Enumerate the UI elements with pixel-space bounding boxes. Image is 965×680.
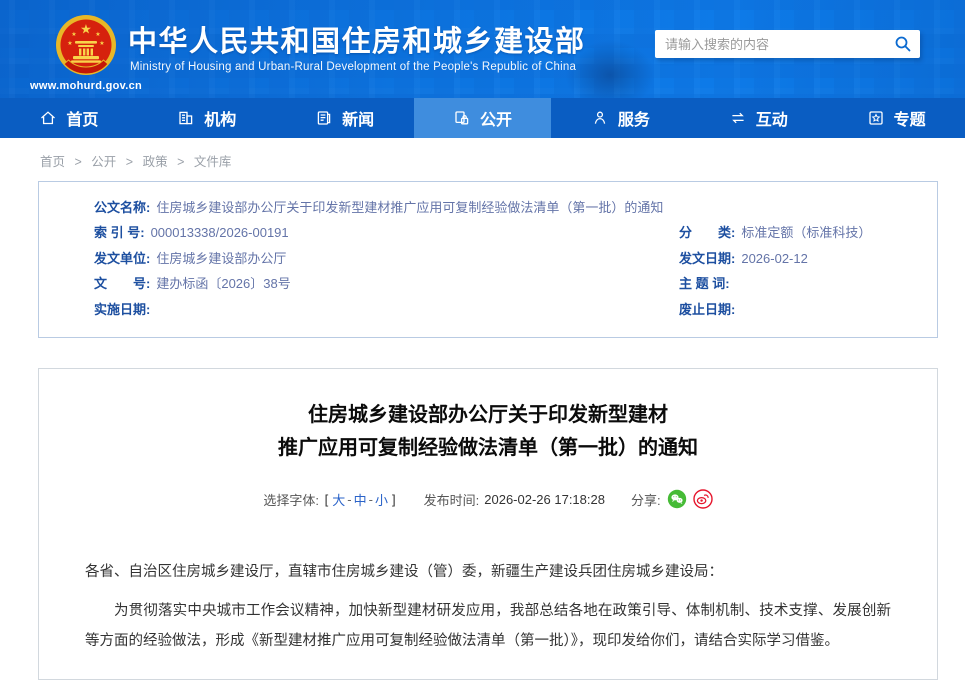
article-title: 住房城乡建设部办公厅关于印发新型建材 推广应用可复制经验做法清单（第一批）的通知: [39, 399, 937, 465]
breadcrumb: 首页 > 公开 > 政策 > 文件库: [0, 138, 965, 181]
doc-category-label: 分 类:: [679, 220, 735, 245]
nav-item-interaction[interactable]: 互动: [689, 98, 827, 138]
nav-item-home[interactable]: 首页: [0, 98, 138, 138]
page: ★ ★ ★ ★ ★ www.mohurd.gov.cn 中华人民共和国住房和城乡…: [0, 0, 965, 680]
topics-icon: [867, 109, 885, 127]
breadcrumb-disclosure[interactable]: 公开: [91, 155, 116, 169]
font-size-medium-link[interactable]: 中: [354, 490, 367, 509]
publish-time-label: 发布时间:: [424, 490, 480, 509]
bracket-close: ]: [392, 492, 396, 507]
svg-text:★: ★: [95, 31, 100, 38]
svg-text:★: ★: [99, 40, 104, 47]
nav-item-disclosure[interactable]: 公开: [414, 98, 552, 138]
svg-text:★: ★: [71, 31, 76, 38]
search-button[interactable]: [886, 30, 920, 58]
wechat-share-icon[interactable]: [667, 489, 687, 509]
nav-label: 专题: [894, 106, 926, 130]
site-header: ★ ★ ★ ★ ★ www.mohurd.gov.cn 中华人民共和国住房和城乡…: [0, 0, 965, 98]
doc-name-label: 公文名称:: [94, 195, 150, 220]
article-title-line1: 住房城乡建设部办公厅关于印发新型建材: [39, 399, 937, 432]
svg-text:★: ★: [80, 22, 92, 37]
service-icon: [591, 109, 609, 127]
nav-label: 新闻: [342, 106, 374, 130]
disclosure-icon: [453, 109, 471, 127]
search-input[interactable]: [655, 30, 886, 58]
article-panel: 住房城乡建设部办公厅关于印发新型建材 推广应用可复制经验做法清单（第一批）的通知…: [38, 368, 938, 680]
site-subtitle: Ministry of Housing and Urban-Rural Deve…: [130, 61, 576, 73]
doc-issuing-unit-value: 住房城乡建设部办公厅: [156, 246, 286, 271]
article-title-line2: 推广应用可复制经验做法清单（第一批）的通知: [39, 432, 937, 465]
article-paragraph-salutation: 各省、自治区住房城乡建设厅，直辖市住房城乡建设（管）委，新疆生产建设兵团住房城乡…: [85, 557, 891, 587]
doc-subject-words-label: 主 题 词:: [679, 271, 730, 296]
font-size-separator: -: [347, 492, 351, 507]
nav-label: 公开: [480, 106, 512, 130]
search-icon: [894, 35, 912, 53]
news-icon: [315, 109, 333, 127]
publish-time-value: 2026-02-26 17:18:28: [484, 492, 605, 507]
font-size-separator: -: [369, 492, 373, 507]
nav-item-organization[interactable]: 机构: [138, 98, 276, 138]
doc-effective-date-label: 实施日期:: [94, 297, 150, 322]
nav-label: 机构: [204, 106, 236, 130]
breadcrumb-separator: >: [177, 155, 184, 169]
doc-number-value: 建办标函〔2026〕38号: [156, 271, 290, 296]
nav-label: 服务: [618, 106, 650, 130]
interaction-icon: [729, 109, 747, 127]
breadcrumb-policy[interactable]: 政策: [143, 155, 168, 169]
breadcrumb-home[interactable]: 首页: [40, 155, 65, 169]
font-size-small-link[interactable]: 小: [375, 490, 388, 509]
doc-index-label: 索 引 号:: [94, 220, 145, 245]
bracket-open: [: [325, 492, 329, 507]
article-meta-bar: 选择字体: [ 大 - 中 - 小 ] 发布时间: 2026-02-26 17:…: [39, 489, 937, 509]
doc-issue-date-label: 发文日期:: [679, 246, 735, 271]
main-navigation: 首页 机构 新闻 公开 服务: [0, 98, 965, 138]
breadcrumb-separator: >: [75, 155, 82, 169]
doc-repeal-date-label: 废止日期:: [679, 297, 735, 322]
svg-text:★: ★: [67, 40, 72, 47]
nav-item-news[interactable]: 新闻: [276, 98, 414, 138]
nav-label: 首页: [66, 106, 98, 130]
nav-item-topics[interactable]: 专题: [827, 98, 965, 138]
document-info-panel: 公文名称: 住房城乡建设部办公厅关于印发新型建材推广应用可复制经验做法清单（第一…: [38, 181, 938, 338]
doc-number-label: 文 号:: [94, 271, 150, 296]
national-emblem-icon: ★ ★ ★ ★ ★: [52, 12, 120, 80]
breadcrumb-separator: >: [126, 155, 133, 169]
font-size-label: 选择字体:: [263, 490, 319, 509]
site-url: www.mohurd.gov.cn: [30, 80, 142, 92]
doc-issuing-unit-label: 发文单位:: [94, 246, 150, 271]
article-body: 各省、自治区住房城乡建设厅，直辖市住房城乡建设（管）委，新疆生产建设兵团住房城乡…: [39, 557, 937, 656]
search-box: [655, 30, 920, 58]
doc-index-value: 000013338/2026-00191: [151, 220, 289, 245]
doc-name-value: 住房城乡建设部办公厅关于印发新型建材推广应用可复制经验做法清单（第一批）的通知: [156, 195, 663, 220]
weibo-share-icon[interactable]: [693, 489, 713, 509]
organization-icon: [177, 109, 195, 127]
doc-category-value: 标准定额（标准科技）: [741, 220, 871, 245]
font-size-large-link[interactable]: 大: [332, 490, 345, 509]
nav-item-services[interactable]: 服务: [551, 98, 689, 138]
breadcrumb-file-library[interactable]: 文件库: [194, 155, 232, 169]
home-icon: [39, 109, 57, 127]
site-title: 中华人民共和国住房和城乡建设部: [128, 18, 586, 60]
nav-label: 互动: [756, 106, 788, 130]
doc-issue-date-value: 2026-02-12: [741, 246, 808, 271]
article-paragraph-main: 为贯彻落实中央城市工作会议精神，加快新型建材研发应用，我部总结各地在政策引导、体…: [85, 596, 891, 656]
share-label: 分享:: [631, 490, 661, 509]
